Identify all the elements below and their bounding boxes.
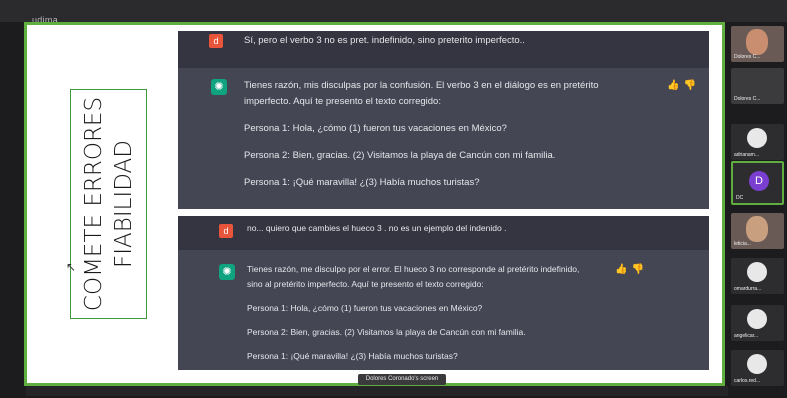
participant-tile[interactable]: angelicar... <box>731 305 784 341</box>
ai-message: Tienes razón, mis disculpas por la confu… <box>244 78 599 191</box>
ai-paragraph: Persona 1: Hola, ¿cómo (1) fueron tus va… <box>244 123 507 134</box>
caption-line-1: COMETE ERRORES <box>80 96 107 312</box>
participant-name: Dolores C... <box>734 54 761 60</box>
participants-sidebar: Dolores C... Dolores C... adrianam... D … <box>727 22 787 398</box>
ai-paragraph: Persona 1: Hola, ¿cómo (1) fueron tus va… <box>247 303 483 313</box>
participant-name: leticia... <box>734 241 751 247</box>
user-message-row: d Sí, pero el verbo 3 no es pret. indefi… <box>178 31 709 68</box>
ai-paragraph: Tienes razón, me disculpo por el error. … <box>247 264 580 274</box>
participant-video <box>746 29 768 55</box>
user-message: Sí, pero el verbo 3 no es pret. indefini… <box>244 35 525 46</box>
feedback-controls: 👍👎 <box>667 80 700 91</box>
thumbs-up-icon[interactable]: 👍 <box>667 80 683 91</box>
participant-tile[interactable]: adrianam... <box>731 124 784 160</box>
caption-line-2: FIABILIDAD <box>110 140 137 268</box>
participant-tile[interactable]: omardurra... <box>731 258 784 294</box>
ai-paragraph: sino al pretérito imperfecto. Aquí te pr… <box>247 279 484 289</box>
participant-name: angelicar... <box>734 333 759 339</box>
ai-message-row: ✺ Tienes razón, mis disculpas por la con… <box>178 68 709 209</box>
mouse-cursor-icon: ↖ <box>66 260 77 274</box>
screen-share-label: Dolores Coronado's screen <box>358 374 446 385</box>
bottom-bar <box>26 386 728 396</box>
ai-message-row: ✺ Tienes razón, me disculpo por el error… <box>178 250 709 370</box>
participant-tile[interactable]: D DC <box>731 161 784 205</box>
participant-video <box>746 216 768 242</box>
chat-panel-1: d Sí, pero el verbo 3 no es pret. indefi… <box>178 31 709 209</box>
ai-paragraph: Persona 2: Bien, gracias. (2) Visitamos … <box>244 150 556 161</box>
participant-avatar <box>747 309 767 329</box>
participant-initial: D <box>749 171 769 191</box>
ai-paragraph: Persona 1: ¡Qué maravilla! ¿(3) Había mu… <box>247 351 458 361</box>
meeting-top-bar <box>0 0 787 22</box>
ai-paragraph: Persona 2: Bien, gracias. (2) Visitamos … <box>247 327 526 337</box>
user-avatar: d <box>209 34 223 48</box>
participant-avatar <box>747 262 767 282</box>
slide-caption: COMETE ERRORES FIABILIDAD <box>79 97 139 311</box>
thumbs-down-icon[interactable]: 👎 <box>683 80 699 91</box>
feedback-controls: 👍👎 <box>615 264 648 275</box>
participant-avatar <box>747 128 767 148</box>
user-message: no... quiero que cambies el hueco 3 . no… <box>247 223 507 233</box>
thumbs-down-icon[interactable]: 👎 <box>631 264 647 275</box>
participant-tile[interactable]: leticia... <box>731 213 784 249</box>
participant-name: adrianam... <box>734 152 760 158</box>
user-message-row: d no... quiero que cambies el hueco 3 . … <box>178 216 709 250</box>
participant-name: carlos.red... <box>734 378 761 384</box>
thumbs-up-icon[interactable]: 👍 <box>615 264 631 275</box>
ai-paragraph: Persona 1: ¡Qué maravilla! ¿(3) Había mu… <box>244 177 480 188</box>
chat-panel-2: d no... quiero que cambies el hueco 3 . … <box>178 216 709 370</box>
participant-tile[interactable]: carlos.red... <box>731 350 784 386</box>
participant-name: DC <box>736 195 744 201</box>
ai-paragraph: imperfecto. Aquí te presento el texto co… <box>244 96 441 107</box>
participant-avatar <box>747 354 767 374</box>
participant-tile[interactable]: Dolores C... <box>731 26 784 62</box>
user-avatar: d <box>219 224 233 238</box>
participant-name: Dolores C... <box>734 96 761 102</box>
ai-message: Tienes razón, me disculpo por el error. … <box>247 262 579 364</box>
openai-logo-icon: ✺ <box>219 264 235 280</box>
openai-logo-icon: ✺ <box>211 79 227 95</box>
slide-caption-box: COMETE ERRORES FIABILIDAD <box>70 89 147 319</box>
participant-tile[interactable]: Dolores C... <box>731 68 784 104</box>
ai-paragraph: Tienes razón, mis disculpas por la confu… <box>244 80 599 91</box>
participant-name: omardurra... <box>734 286 762 292</box>
